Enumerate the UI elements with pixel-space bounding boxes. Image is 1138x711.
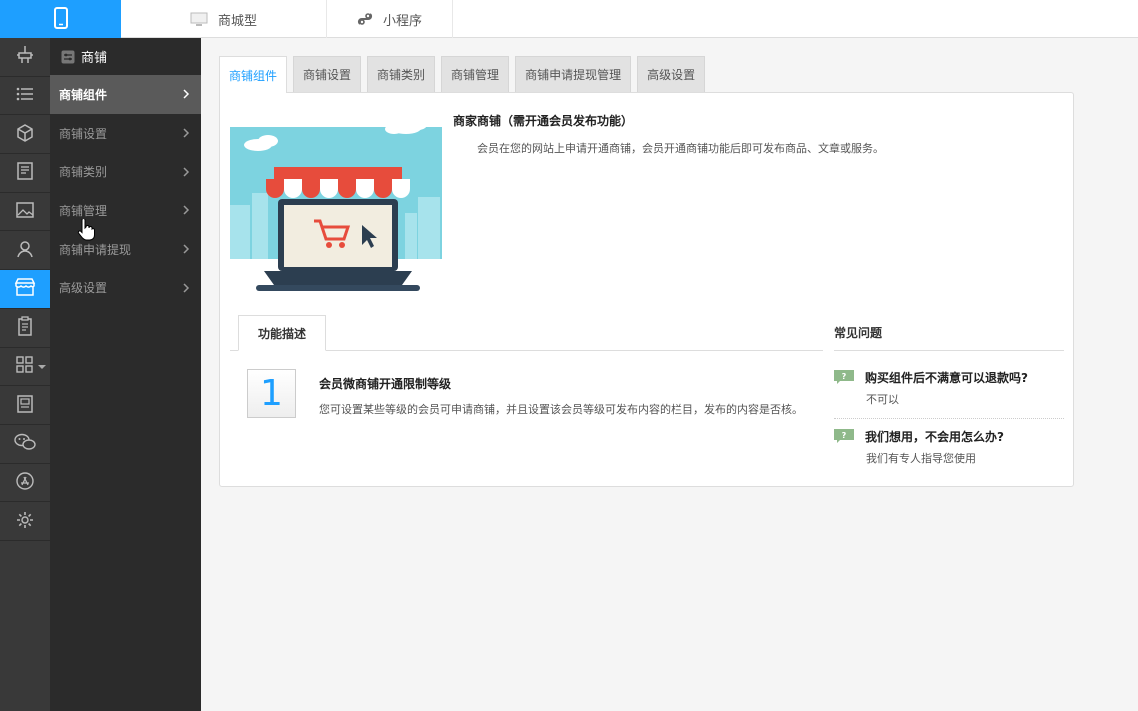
document-icon <box>15 161 35 184</box>
rail-item-wechat[interactable] <box>0 425 50 464</box>
rail-item-members[interactable] <box>0 231 50 271</box>
submenu-header: 商铺 <box>50 38 201 75</box>
apps-grid-icon <box>16 356 34 377</box>
rail-item-apps[interactable] <box>0 348 50 387</box>
submenu-item-label: 商铺管理 <box>59 203 108 218</box>
faq-question[interactable]: ? 我们想用，不会用怎么办? <box>834 427 1064 445</box>
chevron-down-icon <box>38 364 46 369</box>
hand-cursor-icon <box>77 219 95 241</box>
settings-gear-icon <box>15 510 35 533</box>
image-icon <box>15 200 35 223</box>
submenu-item-store-category[interactable]: 商铺类别 <box>50 152 201 191</box>
rail-item-store[interactable] <box>0 270 50 309</box>
faq-question-text: 购买组件后不满意可以退款吗? <box>865 370 1028 385</box>
chevron-right-icon <box>181 283 191 293</box>
tab-store-component[interactable]: 商铺组件 <box>219 56 288 93</box>
submenu-item-label: 商铺申请提现 <box>59 242 132 257</box>
clipboard-icon <box>15 316 35 339</box>
rail-item-images[interactable] <box>0 193 50 232</box>
chevron-right-icon <box>181 244 191 254</box>
question-bubble-icon: ? <box>834 429 854 443</box>
svg-text:?: ? <box>842 372 847 381</box>
content-tabs: 商铺组件 商铺设置 商铺类别 商铺管理 商铺申请提现管理 高级设置 <box>219 56 711 93</box>
submenu-item-store-component[interactable]: 商铺组件 <box>50 75 201 114</box>
cube-icon <box>15 123 35 146</box>
component-title: 商家商铺（需开通会员发布功能） <box>453 114 634 128</box>
submenu-item-store-management[interactable]: 商铺管理 <box>50 191 201 230</box>
feature-description: 您可设置某些等级的会员可申请商铺，并且设置该会员等级可发布内容的栏目，发布的内容… <box>319 403 803 416</box>
article-icon <box>15 394 35 417</box>
rail-item-plugins[interactable] <box>0 38 50 77</box>
icon-rail <box>0 38 50 711</box>
faq-answer: 不可以 <box>866 393 899 406</box>
chevron-right-icon <box>181 205 191 215</box>
feature-number-badge: 1 <box>247 369 296 418</box>
chevron-right-icon <box>181 128 191 138</box>
rail-item-articles[interactable] <box>0 154 50 193</box>
submenu-item-label: 商铺组件 <box>59 87 108 102</box>
rail-item-settings[interactable] <box>0 502 50 541</box>
submenu-item-store-withdraw[interactable]: 商铺申请提现 <box>50 230 201 269</box>
faq-question-text: 我们想用，不会用怎么办? <box>865 429 1004 444</box>
question-bubble-icon: ? <box>834 370 854 384</box>
plugin-icon <box>15 45 35 68</box>
faq-answer: 我们有专人指导您使用 <box>866 452 976 465</box>
user-icon <box>15 239 35 262</box>
submenu-item-advanced-settings[interactable]: 高级设置 <box>50 268 201 307</box>
rail-item-app-store[interactable] <box>0 464 50 503</box>
phone-icon <box>53 6 68 32</box>
submenu-item-label: 高级设置 <box>59 281 108 296</box>
store-icon <box>14 277 36 300</box>
tab-feature-description[interactable]: 功能描述 <box>238 315 326 351</box>
list-icon <box>15 84 35 107</box>
submenu-title: 商铺 <box>81 51 108 66</box>
wechat-icon <box>14 432 36 455</box>
top-tab-label: 小程序 <box>382 13 422 29</box>
submenu-item-store-settings[interactable]: 商铺设置 <box>50 114 201 153</box>
tab-store-management[interactable]: 商铺管理 <box>441 56 510 92</box>
top-tab-label: 商城型 <box>217 13 257 29</box>
chevron-right-icon <box>181 167 191 177</box>
rail-item-orders[interactable] <box>0 309 50 348</box>
faq-header: 常见问题 <box>834 315 1064 351</box>
svg-text:?: ? <box>842 431 847 440</box>
store-illustration <box>230 115 442 291</box>
faq-question[interactable]: ? 购买组件后不满意可以退款吗? <box>834 368 1064 386</box>
store-submenu: 商铺 商铺组件 商铺设置 商铺类别 商铺管理 商铺申请提现 高级设置 <box>50 38 201 711</box>
top-tab-mall[interactable]: 商城型 <box>121 0 327 38</box>
faq-item: ? 我们想用，不会用怎么办? 我们有专人指导您使用 <box>834 427 1064 466</box>
tab-store-settings[interactable]: 商铺设置 <box>293 56 362 92</box>
tab-advanced-settings[interactable]: 高级设置 <box>637 56 706 92</box>
chevron-right-icon <box>181 89 191 99</box>
rail-item-pages[interactable] <box>0 386 50 425</box>
feature-title: 会员微商铺开通限制等级 <box>319 377 452 391</box>
component-description: 会员在您的网站上申请开通商铺，会员开通商铺功能后即可发布商品、文章或服务。 <box>477 142 884 155</box>
monitor-icon <box>190 12 208 27</box>
mobile-mode-button[interactable] <box>0 0 121 38</box>
top-bar: 商城型 小程序 <box>0 0 1138 38</box>
component-panel: 商家商铺（需开通会员发布功能） 会员在您的网站上申请开通商铺，会员开通商铺功能后… <box>219 92 1074 487</box>
rail-item-products[interactable] <box>0 115 50 155</box>
tab-store-withdraw-management[interactable]: 商铺申请提现管理 <box>515 56 632 92</box>
faq-item: ? 购买组件后不满意可以退款吗? 不可以 <box>834 368 1064 419</box>
store-settings-icon <box>61 50 75 64</box>
feature-tabbar: 功能描述 <box>230 315 823 351</box>
rail-item-list[interactable] <box>0 77 50 116</box>
submenu-item-label: 商铺类别 <box>59 165 108 180</box>
tab-store-category[interactable]: 商铺类别 <box>367 56 436 92</box>
app-store-icon <box>15 471 35 494</box>
mini-program-icon <box>357 11 373 27</box>
top-tab-mini-program[interactable]: 小程序 <box>327 0 453 38</box>
submenu-item-label: 商铺设置 <box>59 126 108 141</box>
